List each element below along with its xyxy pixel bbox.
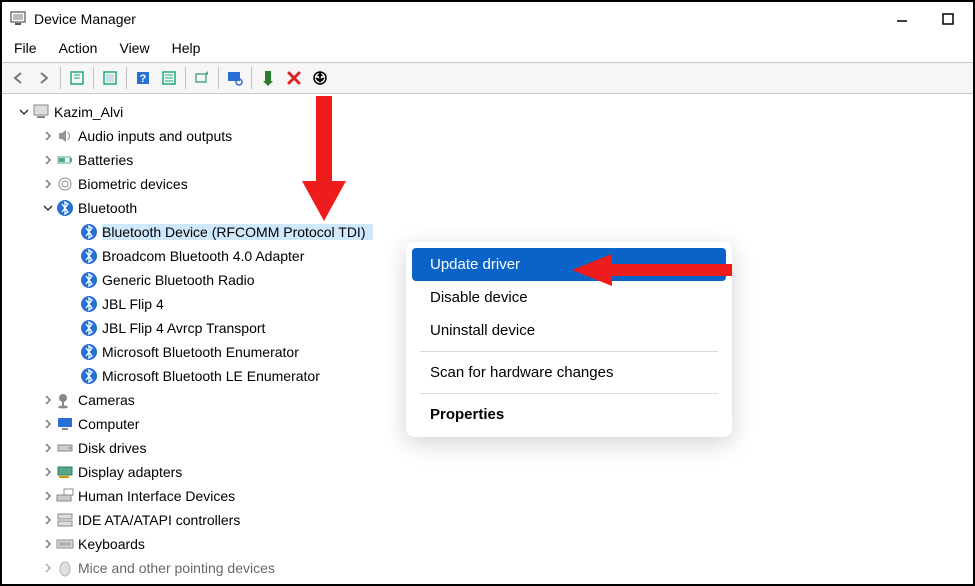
help-icon[interactable]: ? (131, 66, 155, 90)
bluetooth-icon (80, 247, 98, 265)
menubar: File Action View Help (2, 36, 973, 62)
ctx-disable-device[interactable]: Disable device (412, 281, 726, 314)
update-driver-icon[interactable] (256, 66, 280, 90)
scan-hardware-icon[interactable] (190, 66, 214, 90)
camera-icon (56, 391, 74, 409)
bt-device-row[interactable]: Bluetooth Device (RFCOMM Protocol TDI) (12, 220, 963, 244)
mouse-icon (56, 559, 74, 577)
monitor-icon (56, 415, 74, 433)
monitor-search-icon[interactable] (223, 66, 247, 90)
tree-category-batteries[interactable]: Batteries (12, 148, 963, 172)
device-manager-icon (10, 11, 26, 27)
selected-device-label: Bluetooth Device (RFCOMM Protocol TDI) (102, 224, 373, 240)
expander-right-icon[interactable] (40, 152, 56, 168)
menu-help[interactable]: Help (172, 40, 201, 56)
bluetooth-icon (80, 343, 98, 361)
show-hidden-icon[interactable] (65, 66, 89, 90)
tree-category-audio[interactable]: Audio inputs and outputs (12, 124, 963, 148)
toolbar: ? (2, 62, 973, 94)
bluetooth-icon (80, 319, 98, 337)
context-menu: Update driver Disable device Uninstall d… (406, 242, 732, 437)
tree-category-disk[interactable]: Disk drives (12, 436, 963, 460)
gpu-icon (56, 463, 74, 481)
expander-right-icon[interactable] (40, 488, 56, 504)
expander-right-icon[interactable] (40, 176, 56, 192)
expander-right-icon[interactable] (40, 440, 56, 456)
bluetooth-icon (80, 271, 98, 289)
ctx-separator (420, 393, 718, 394)
computer-icon (32, 103, 50, 121)
bluetooth-icon (56, 199, 74, 217)
expander-down-icon[interactable] (40, 200, 56, 216)
tree-category-hid[interactable]: Human Interface Devices (12, 484, 963, 508)
ctx-scan-hardware[interactable]: Scan for hardware changes (412, 356, 726, 389)
tree-category-display[interactable]: Display adapters (12, 460, 963, 484)
expander-right-icon[interactable] (40, 536, 56, 552)
titlebar: Device Manager (2, 2, 973, 36)
window-controls (893, 10, 965, 28)
tree-category-keyboards[interactable]: Keyboards (12, 532, 963, 556)
maximize-button[interactable] (939, 10, 957, 28)
forward-button[interactable] (32, 66, 56, 90)
uninstall-icon[interactable] (282, 66, 306, 90)
window-title: Device Manager (34, 11, 136, 27)
expander-right-icon[interactable] (40, 128, 56, 144)
expander-down-icon[interactable] (16, 104, 32, 120)
bluetooth-icon (80, 295, 98, 313)
tree-category-bluetooth[interactable]: Bluetooth (12, 196, 963, 220)
keyboard-icon (56, 535, 74, 553)
svg-text:?: ? (140, 73, 147, 85)
tree-root-label: Kazim_Alvi (54, 104, 123, 120)
expander-right-icon[interactable] (40, 560, 56, 576)
menu-view[interactable]: View (119, 40, 149, 56)
storage-controller-icon (56, 511, 74, 529)
tree-category-biometric[interactable]: Biometric devices (12, 172, 963, 196)
ctx-update-driver[interactable]: Update driver (412, 248, 726, 281)
expander-right-icon[interactable] (40, 464, 56, 480)
expander-right-icon[interactable] (40, 512, 56, 528)
ctx-properties[interactable]: Properties (412, 398, 726, 431)
back-button[interactable] (6, 66, 30, 90)
properties-icon[interactable] (98, 66, 122, 90)
fingerprint-icon (56, 175, 74, 193)
speaker-icon (56, 127, 74, 145)
bluetooth-icon (80, 223, 98, 241)
battery-icon (56, 151, 74, 169)
expander-right-icon[interactable] (40, 416, 56, 432)
tree-root[interactable]: Kazim_Alvi (12, 100, 963, 124)
menu-action[interactable]: Action (59, 40, 98, 56)
disable-icon[interactable] (308, 66, 332, 90)
disk-icon (56, 439, 74, 457)
hid-icon (56, 487, 74, 505)
expander-right-icon[interactable] (40, 392, 56, 408)
menu-file[interactable]: File (14, 40, 37, 56)
list-icon[interactable] (157, 66, 181, 90)
tree-category-mice[interactable]: Mice and other pointing devices (12, 556, 963, 580)
minimize-button[interactable] (893, 10, 911, 28)
tree-category-ide[interactable]: IDE ATA/ATAPI controllers (12, 508, 963, 532)
ctx-separator (420, 351, 718, 352)
bluetooth-icon (80, 367, 98, 385)
ctx-uninstall-device[interactable]: Uninstall device (412, 314, 726, 347)
